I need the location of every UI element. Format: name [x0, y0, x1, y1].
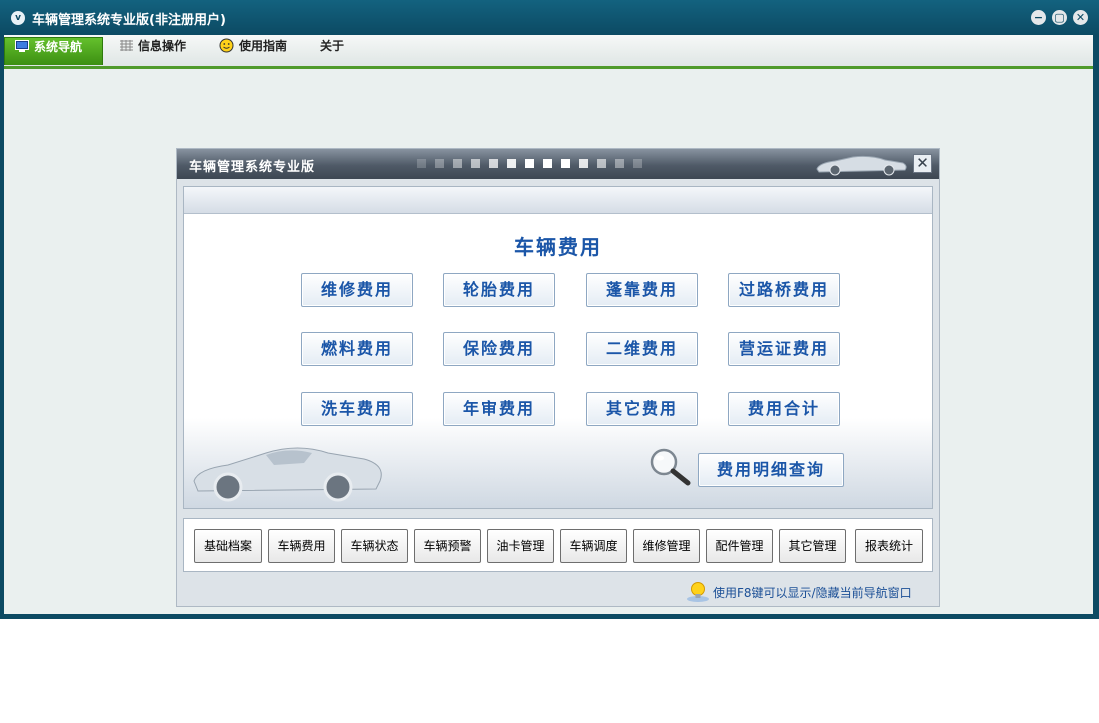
menu-label: 系统导航	[34, 40, 83, 54]
restore-button[interactable]: ▢	[1052, 10, 1067, 25]
fee-button-awning[interactable]: 蓬靠费用	[586, 273, 698, 307]
window-title: 车辆管理系统专业版(非注册用户)	[32, 13, 226, 28]
quick-basic-archive-button[interactable]: 基础档案	[194, 529, 262, 563]
panel-title: 车辆管理系统专业版	[189, 160, 316, 175]
menu-label: 使用指南	[239, 39, 288, 53]
fee-button-tire[interactable]: 轮胎费用	[443, 273, 555, 307]
section-title: 车辆费用	[514, 235, 602, 259]
fee-button-total[interactable]: 费用合计	[728, 392, 840, 426]
quick-parts-mgmt-button[interactable]: 配件管理	[706, 529, 773, 563]
quick-vehicle-status-button[interactable]: 车辆状态	[341, 529, 408, 563]
fee-button-car-wash[interactable]: 洗车费用	[301, 392, 413, 426]
menu-bar: 系统导航 信息操作 使用指南 关于	[4, 35, 1093, 69]
navigation-panel: 车辆管理系统专业版 ✕ 车辆费用 维修费用 轮胎费用 蓬靠费用 过路桥费用 燃料…	[176, 148, 940, 607]
menu-label: 关于	[320, 39, 345, 53]
quick-fuel-card-button[interactable]: 油卡管理	[487, 529, 554, 563]
app-window: v 车辆管理系统专业版(非注册用户) − ▢ ✕ 系统导航 信息操作 使用指南 …	[0, 0, 1099, 619]
fee-content-area: 车辆费用 维修费用 轮胎费用 蓬靠费用 过路桥费用 燃料费用 保险费用 二维费用…	[183, 186, 933, 509]
title-bar[interactable]: v 车辆管理系统专业版(非注册用户) − ▢ ✕	[0, 0, 1099, 35]
fee-button-toll[interactable]: 过路桥费用	[728, 273, 840, 307]
grid-icon	[120, 39, 133, 54]
menu-system-nav[interactable]: 系统导航	[4, 37, 103, 65]
close-window-button[interactable]: ✕	[1073, 10, 1088, 25]
menu-user-guide[interactable]: 使用指南	[209, 37, 304, 65]
panel-header[interactable]: 车辆管理系统专业版 ✕	[177, 149, 939, 179]
monitor-icon	[15, 40, 29, 55]
lightbulb-icon	[685, 581, 711, 606]
fee-detail-query-button[interactable]: 费用明细查询	[698, 453, 844, 487]
quick-repair-mgmt-button[interactable]: 维修管理	[633, 529, 700, 563]
app-logo-icon: v	[11, 11, 25, 25]
minimize-button[interactable]: −	[1031, 10, 1046, 25]
fee-button-secondary-maintenance[interactable]: 二维费用	[586, 332, 698, 366]
quick-nav-bar: 基础档案 车辆费用 车辆状态 车辆预警 油卡管理 车辆调度 维修管理 配件管理 …	[183, 518, 933, 572]
car-image	[188, 429, 388, 508]
fee-button-repair[interactable]: 维修费用	[301, 273, 413, 307]
fee-button-fuel[interactable]: 燃料费用	[301, 332, 413, 366]
quick-reports-button[interactable]: 报表统计	[855, 529, 923, 563]
smiley-icon	[219, 38, 234, 56]
quick-vehicle-fee-button[interactable]: 车辆费用	[268, 529, 335, 563]
quick-dispatch-button[interactable]: 车辆调度	[560, 529, 627, 563]
fee-button-insurance[interactable]: 保险费用	[443, 332, 555, 366]
fee-button-operating-permit[interactable]: 营运证费用	[728, 332, 840, 366]
content-stripe	[184, 187, 932, 214]
magnifier-icon	[648, 447, 694, 491]
panel-close-button[interactable]: ✕	[913, 154, 932, 173]
quick-vehicle-alert-button[interactable]: 车辆预警	[414, 529, 481, 563]
fee-button-other[interactable]: 其它费用	[586, 392, 698, 426]
menu-about[interactable]: 关于	[310, 37, 356, 65]
quick-other-mgmt-button[interactable]: 其它管理	[779, 529, 846, 563]
menu-label: 信息操作	[138, 39, 187, 53]
menu-info-ops[interactable]: 信息操作	[110, 37, 202, 65]
fee-button-annual-inspection[interactable]: 年审费用	[443, 392, 555, 426]
car-icon	[813, 151, 909, 181]
tip-text: 使用F8键可以显示/隐藏当前导航窗口	[713, 586, 912, 600]
